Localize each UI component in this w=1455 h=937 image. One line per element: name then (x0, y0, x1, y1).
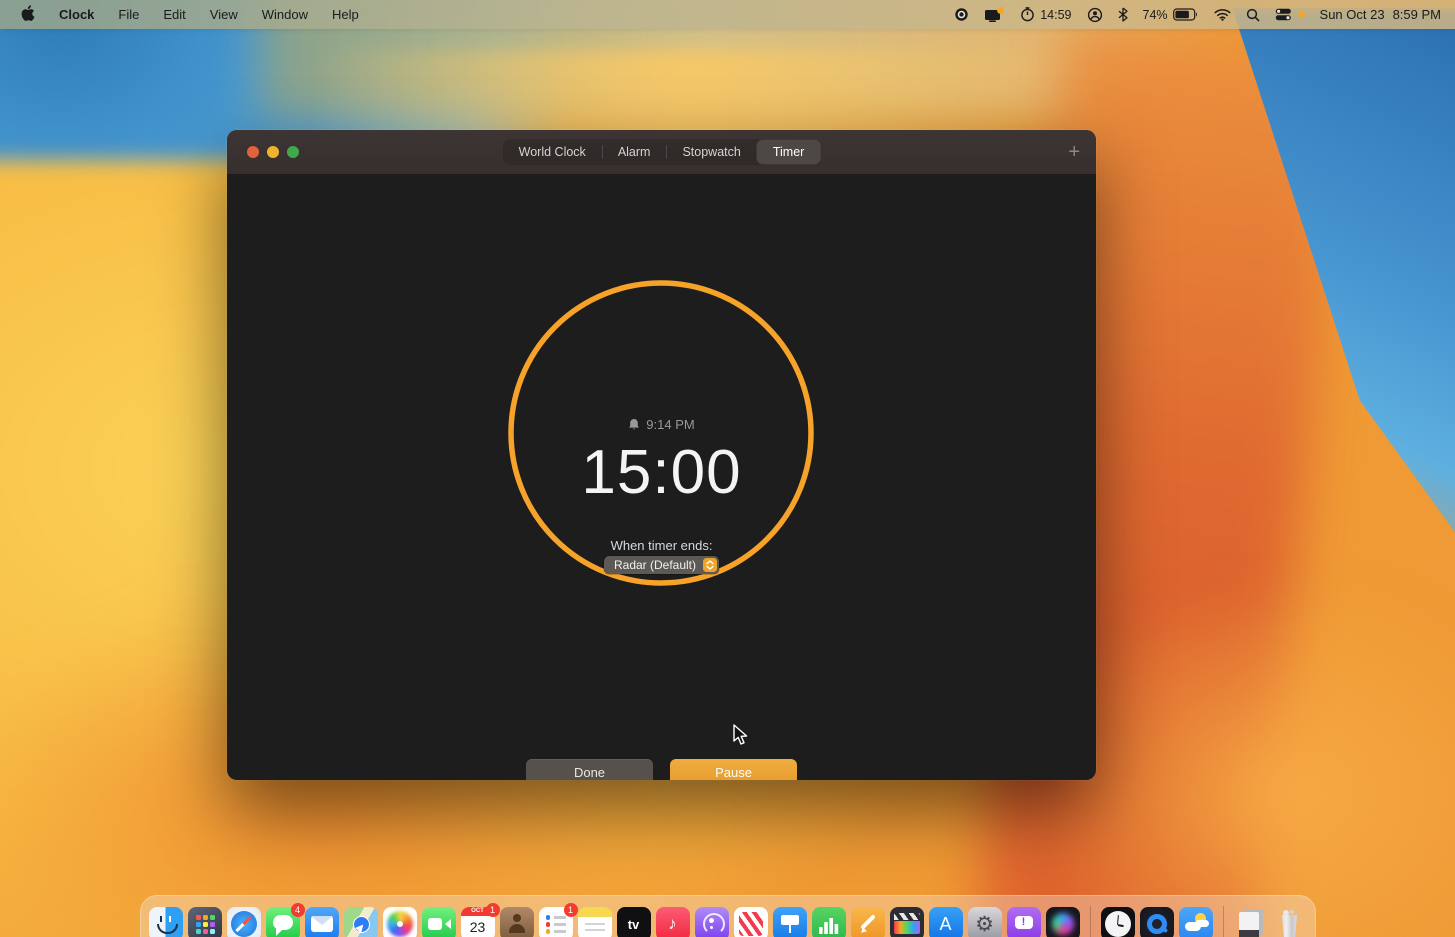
dock-safari[interactable] (227, 907, 261, 937)
chevron-up-down-icon (703, 558, 717, 572)
clock-tab-bar: World Clock Alarm Stopwatch Timer (503, 139, 821, 165)
add-timer-button[interactable]: + (1068, 130, 1080, 174)
tab-alarm[interactable]: Alarm (602, 140, 667, 164)
dock-reminders[interactable]: 1 (539, 907, 573, 937)
menu-view[interactable]: View (210, 7, 238, 22)
dock-system-settings[interactable]: ⚙ (968, 907, 1002, 937)
notification-dot (1298, 11, 1305, 18)
zoom-button[interactable] (287, 146, 299, 158)
timer-end-time: 9:14 PM (646, 417, 694, 432)
dock-music[interactable]: ♪ (656, 907, 690, 937)
calendar-day-text: 23 (470, 916, 486, 937)
pause-button[interactable]: Pause (670, 759, 797, 780)
numbers-bars-icon (819, 918, 839, 934)
messages-badge: 4 (291, 903, 305, 917)
timer-status-item[interactable]: 14:59 (1020, 7, 1071, 22)
menu-time-text: 8:59 PM (1393, 7, 1441, 22)
dock-siri[interactable] (1046, 907, 1080, 937)
bluetooth-icon[interactable] (1118, 7, 1128, 22)
clock-window: World Clock Alarm Stopwatch Timer + 9:14… (227, 130, 1096, 780)
tv-label: tv (628, 917, 640, 932)
tab-timer[interactable]: Timer (757, 140, 820, 164)
dock-notes[interactable] (578, 907, 612, 937)
timer-action-buttons: Done Pause (227, 759, 1096, 780)
menu-help[interactable]: Help (332, 7, 359, 22)
music-note-icon: ♪ (668, 914, 677, 934)
dock-messages[interactable]: 4 (266, 907, 300, 937)
timer-pane: 9:14 PM 15:00 When timer ends: Radar (De… (227, 175, 1096, 780)
timer-remaining-display: 15:00 (227, 437, 1096, 508)
done-button[interactable]: Done (526, 759, 653, 780)
dock-quicktime[interactable] (1140, 907, 1174, 937)
clock-hour-hand (1118, 924, 1124, 927)
tab-world-clock[interactable]: World Clock (503, 140, 602, 164)
dock-documents[interactable] (1234, 907, 1268, 937)
dock-maps[interactable] (344, 907, 378, 937)
app-store-letter: A (939, 914, 951, 935)
dock-contacts[interactable] (500, 907, 534, 937)
dock-divider (1090, 906, 1091, 937)
dock-mail[interactable] (305, 907, 339, 937)
control-center-icon[interactable] (1275, 8, 1305, 21)
timer-end-time-row: 9:14 PM (227, 417, 1096, 432)
dock: 4 OCT 23 1 1 tv ♪ A (140, 895, 1316, 937)
screen-recording-stop-icon[interactable] (954, 7, 969, 22)
menu-bar-left: Clock File Edit View Window Help (0, 5, 359, 25)
battery-percent-text: 74% (1143, 8, 1168, 22)
dock-launchpad[interactable] (188, 907, 222, 937)
dock-trash[interactable] (1273, 907, 1307, 937)
mouse-cursor (733, 724, 750, 746)
spotlight-search-icon[interactable] (1246, 8, 1260, 22)
calendar-month-text: OCT (471, 907, 484, 916)
dock-podcasts[interactable] (695, 907, 729, 937)
menu-app-name[interactable]: Clock (59, 7, 94, 22)
timer-remaining-text: 14:59 (1040, 8, 1071, 22)
window-titlebar[interactable]: World Clock Alarm Stopwatch Timer + (227, 130, 1096, 175)
minimize-button[interactable] (267, 146, 279, 158)
menu-window[interactable]: Window (262, 7, 308, 22)
dock-feedback-assistant[interactable]: ! (1007, 907, 1041, 937)
dock-weather[interactable] (1179, 907, 1213, 937)
dock-news[interactable] (734, 907, 768, 937)
when-timer-ends-label: When timer ends: (227, 538, 1096, 553)
desktop: Clock File Edit View Window Help 14:59 (0, 0, 1455, 937)
dock-tv[interactable]: tv (617, 907, 651, 937)
gear-icon: ⚙ (975, 912, 994, 937)
sound-dropdown-row: Radar (Default) (227, 556, 1096, 574)
menu-file[interactable]: File (118, 7, 139, 22)
menu-date-text: Sun Oct 23 (1320, 7, 1385, 22)
dock-facetime[interactable] (422, 907, 456, 937)
dock-calendar[interactable]: OCT 23 1 (461, 907, 495, 937)
tab-stopwatch[interactable]: Stopwatch (666, 140, 756, 164)
timer-sound-value: Radar (Default) (614, 558, 696, 572)
clock-status-item[interactable]: Sun Oct 23 8:59 PM (1320, 7, 1441, 22)
dock-imovie[interactable] (890, 907, 924, 937)
menu-edit[interactable]: Edit (163, 7, 185, 22)
apple-menu-icon[interactable] (20, 5, 35, 25)
menu-bar-status-area: 14:59 74% Sun Oct 23 (954, 7, 1455, 23)
dock-clock[interactable] (1101, 907, 1135, 937)
bell-icon (628, 418, 640, 431)
traffic-lights (247, 130, 299, 174)
dock-divider (1223, 906, 1224, 937)
dock-pages[interactable] (851, 907, 885, 937)
battery-status-item[interactable]: 74% (1143, 8, 1199, 22)
user-account-icon[interactable] (1087, 7, 1103, 23)
close-button[interactable] (247, 146, 259, 158)
dock-app-store[interactable]: A (929, 907, 963, 937)
dock-photos[interactable] (383, 907, 417, 937)
calendar-badge: 1 (486, 903, 500, 917)
display-mirroring-icon[interactable] (984, 7, 1005, 23)
dock-finder[interactable] (149, 907, 183, 937)
reminders-badge: 1 (564, 903, 578, 917)
dock-keynote[interactable] (773, 907, 807, 937)
timer-sound-select[interactable]: Radar (Default) (604, 556, 719, 574)
menu-bar: Clock File Edit View Window Help 14:59 (0, 0, 1455, 29)
wifi-icon[interactable] (1214, 8, 1231, 21)
feedback-exclamation: ! (1022, 916, 1026, 928)
dock-numbers[interactable] (812, 907, 846, 937)
